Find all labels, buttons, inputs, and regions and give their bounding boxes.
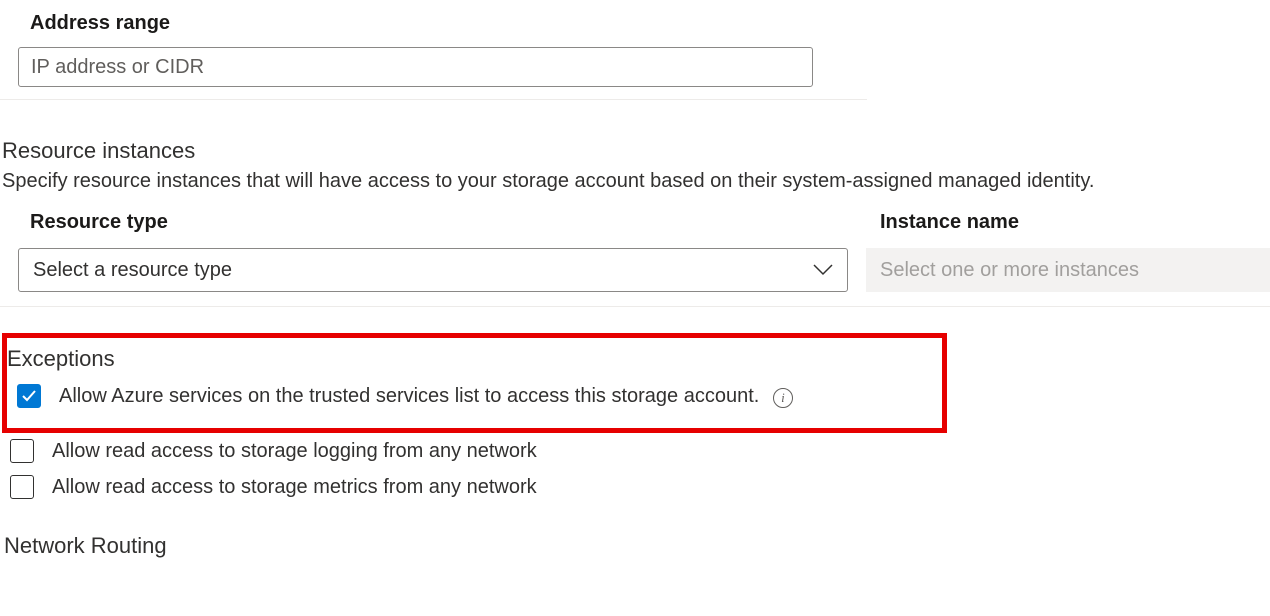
checkbox-allow-storage-logging[interactable] — [10, 439, 34, 463]
address-range-input[interactable] — [18, 47, 813, 87]
resource-type-placeholder: Select a resource type — [33, 259, 232, 282]
checkbox-label-storage-metrics: Allow read access to storage metrics fro… — [52, 476, 537, 499]
resource-instances-title: Resource instances — [0, 108, 1270, 170]
checkbox-allow-storage-metrics[interactable] — [10, 475, 34, 499]
resource-type-header: Resource type — [30, 211, 880, 234]
instance-name-dropdown[interactable]: Select one or more instances — [866, 248, 1270, 292]
exceptions-title: Exceptions — [7, 346, 942, 380]
exceptions-highlight: Exceptions Allow Azure services on the t… — [2, 333, 947, 433]
network-routing-title: Network Routing — [0, 505, 1270, 559]
info-icon[interactable]: i — [773, 388, 793, 408]
checkbox-label-trusted-services: Allow Azure services on the trusted serv… — [59, 385, 793, 408]
instance-name-placeholder: Select one or more instances — [880, 259, 1139, 282]
resource-type-dropdown[interactable]: Select a resource type — [18, 248, 848, 292]
checkbox-label-storage-logging: Allow read access to storage logging fro… — [52, 440, 537, 463]
instance-name-header: Instance name — [880, 211, 1019, 234]
address-range-label: Address range — [0, 0, 1270, 47]
chevron-down-icon — [813, 260, 833, 280]
resource-instances-description: Specify resource instances that will hav… — [0, 170, 1270, 211]
checkbox-allow-trusted-services[interactable] — [17, 384, 41, 408]
